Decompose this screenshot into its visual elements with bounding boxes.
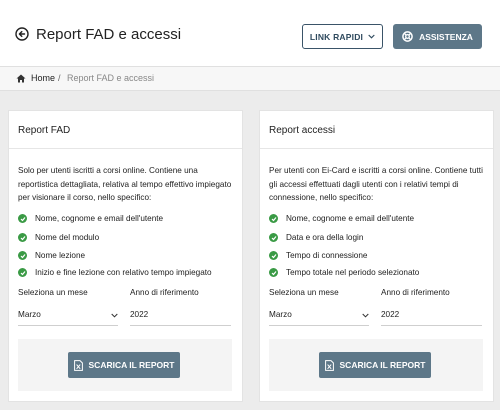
chevron-down-icon	[362, 313, 369, 318]
breadcrumb-separator: /	[58, 73, 61, 83]
check-circle-icon	[18, 214, 27, 223]
month-value: Marzo	[269, 310, 292, 319]
chevron-down-icon	[368, 34, 375, 39]
download-label: SCARICA IL REPORT	[88, 360, 175, 370]
feature-item: Nome del modulo	[18, 233, 99, 242]
feature-item: Tempo totale nel periodo selezionato	[269, 268, 419, 277]
check-circle-icon	[269, 214, 278, 223]
page-title: Report FAD e accessi	[36, 26, 182, 43]
feature-label: Data e ora della login	[286, 233, 364, 242]
month-select[interactable]: Marzo	[18, 305, 118, 326]
month-value: Marzo	[18, 310, 41, 319]
check-circle-icon	[18, 251, 27, 260]
quick-links-label: LINK RAPIDI	[309, 31, 364, 42]
top-bar: Report FAD e accessi LINK RAPIDI ASSISTE…	[0, 0, 500, 66]
feature-item: Tempo di connessione	[269, 251, 367, 260]
check-circle-icon	[18, 233, 27, 242]
chevron-down-icon	[111, 313, 118, 318]
feature-item: Data e ora della login	[269, 233, 363, 242]
excel-file-icon	[73, 359, 83, 371]
feature-label: Tempo totale nel periodo selezionato	[286, 268, 420, 277]
report-fad-card: Report FAD Solo per utenti iscritti a co…	[8, 110, 243, 402]
month-label: Seleziona un mese	[269, 288, 339, 297]
year-label: Anno di riferimento	[381, 288, 450, 297]
feature-label: Tempo di connessione	[286, 251, 368, 260]
feature-item: Inizio e fine lezione con relativo tempo…	[18, 268, 212, 277]
download-label: SCARICA IL REPORT	[339, 360, 426, 370]
feature-label: Nome, cognome e email dell'utente	[35, 214, 164, 223]
month-select[interactable]: Marzo	[269, 305, 369, 326]
lifebuoy-icon	[402, 31, 413, 42]
breadcrumb-home-link[interactable]: Home	[31, 73, 55, 83]
download-area: SCARICA IL REPORT	[269, 339, 483, 391]
report-accessi-card: Report accessi Per utenti con Ei-Card e …	[259, 110, 494, 402]
download-report-button[interactable]: SCARICA IL REPORT	[319, 352, 431, 378]
quick-links-button[interactable]: LINK RAPIDI	[302, 24, 383, 49]
card-title: Report FAD	[9, 111, 242, 149]
breadcrumb: Home / Report FAD e accessi	[0, 66, 500, 91]
card-title: Report accessi	[260, 111, 493, 149]
check-circle-icon	[18, 268, 27, 277]
feature-label: Nome, cognome e email dell'utente	[286, 214, 415, 223]
download-report-button[interactable]: SCARICA IL REPORT	[68, 352, 180, 378]
feature-item: Nome lezione	[18, 251, 85, 260]
assistance-button[interactable]: ASSISTENZA	[393, 24, 482, 49]
download-area: SCARICA IL REPORT	[18, 339, 232, 391]
card-description: Solo per utenti iscritti a corsi online.…	[18, 166, 232, 202]
feature-label: Nome lezione	[35, 251, 86, 260]
year-value: 2022	[130, 310, 149, 319]
home-icon	[16, 74, 26, 83]
feature-item: Nome, cognome e email dell'utente	[269, 214, 414, 223]
feature-label: Nome del modulo	[35, 233, 100, 242]
feature-item: Nome, cognome e email dell'utente	[18, 214, 163, 223]
breadcrumb-current: Report FAD e accessi	[67, 73, 155, 83]
arrow-left-circle-icon[interactable]	[15, 27, 29, 41]
month-label: Seleziona un mese	[18, 288, 88, 297]
assistance-label: ASSISTENZA	[419, 31, 473, 42]
check-circle-icon	[269, 268, 278, 277]
year-field[interactable]: 2022	[130, 305, 231, 326]
check-circle-icon	[269, 233, 278, 242]
year-label: Anno di riferimento	[130, 288, 199, 297]
card-description: Per utenti con Ei-Card e iscritti a cors…	[269, 166, 483, 202]
excel-file-icon	[324, 359, 334, 371]
check-circle-icon	[269, 251, 278, 260]
year-field[interactable]: 2022	[381, 305, 482, 326]
year-value: 2022	[381, 310, 400, 319]
feature-label: Inizio e fine lezione con relativo tempo…	[35, 268, 212, 277]
